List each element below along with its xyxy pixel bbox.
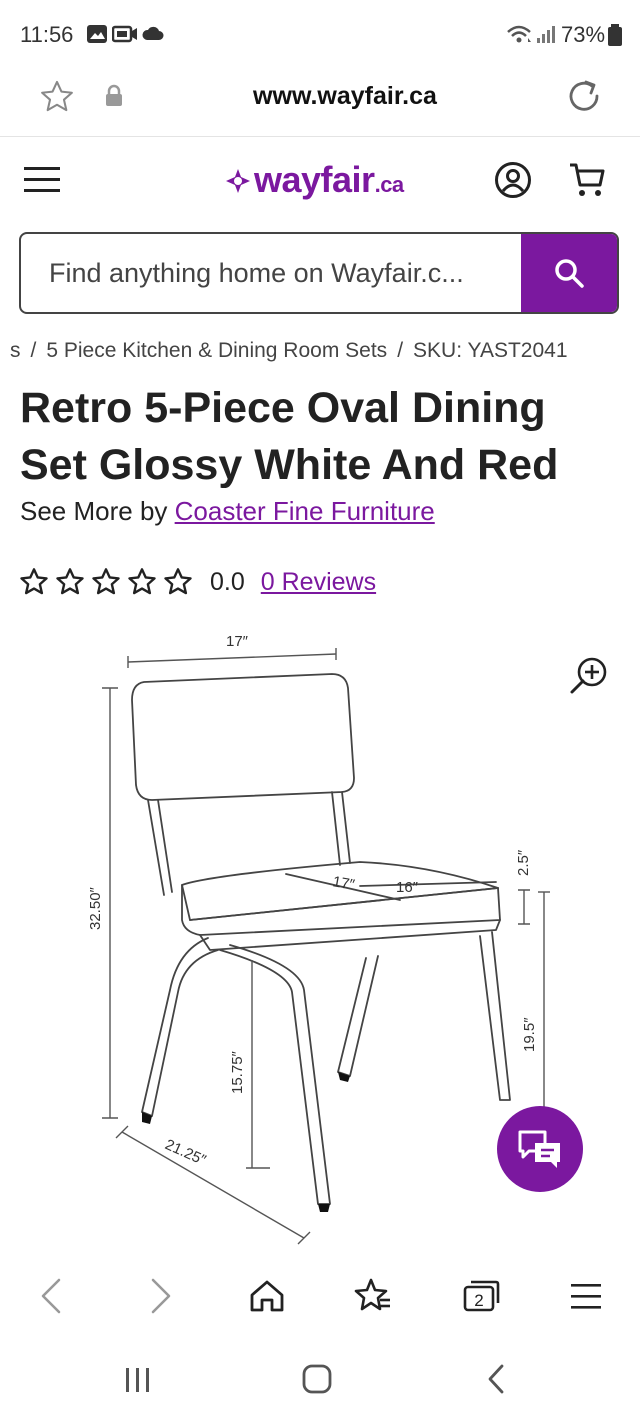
dim-base-depth: 21.25″ [162,1136,209,1169]
search-bar [19,232,619,314]
screen-record-icon [112,25,137,43]
recent-apps-icon[interactable] [120,1364,156,1394]
star-outline-icon [20,568,48,595]
search-icon [555,259,584,288]
gallery-notification-icon [87,25,107,43]
chair-seat-edge [189,887,499,921]
chair-backrest [131,673,355,801]
wayfair-logo-icon [226,169,250,193]
breadcrumb-sku: SKU: YAST2041 [413,339,568,362]
depth-dimension-line [121,1131,305,1239]
browser-toolbar: 2 [0,1262,640,1328]
browser-menu-button[interactable] [561,1274,611,1318]
chair-back-post [147,799,165,896]
home-nav-icon[interactable] [300,1362,334,1396]
dim-seat-width: 17″ [331,873,356,894]
dim-seat-thickness: 2.5″ [515,849,532,876]
logo-name: wayfair [254,159,375,200]
zoom-in-icon[interactable] [568,654,610,696]
star-outline-icon [128,568,156,595]
back-nav-icon[interactable] [484,1362,508,1396]
back-button[interactable] [26,1274,76,1318]
site-header: wayfair.ca [0,137,640,227]
breadcrumb-separator: / [397,339,404,362]
menu-icon[interactable] [24,165,60,195]
dim-leg-height: 15.75″ [229,1050,246,1094]
star-outline-icon [164,568,192,595]
system-navigation-bar [0,1340,640,1422]
rating-row: 0.0 0 Reviews [18,562,376,602]
chair-frame [199,919,501,951]
forward-icon [151,1278,171,1314]
chair-leg-back [337,955,379,1077]
search-button[interactable] [521,234,617,312]
forward-button[interactable] [136,1274,186,1318]
battery-icon [608,24,622,46]
url-bar: www.wayfair.ca [0,68,640,137]
battery-level: 73% [561,22,606,47]
bookmarks-icon [354,1278,390,1311]
star-outline-icon [92,568,120,595]
breadcrumb-prev[interactable]: s [10,339,21,362]
dim-height: 32.50″ [87,886,104,930]
star-outline-icon [56,568,84,595]
url-text[interactable]: www.wayfair.ca [0,82,640,111]
chat-icon [518,1130,560,1168]
star-rating [18,566,194,598]
reviews-link[interactable]: 0 Reviews [261,568,376,597]
wifi-icon [507,25,531,43]
signal-icon [537,26,555,43]
reload-icon[interactable] [564,76,604,116]
see-more-by: See More by Coaster Fine Furniture [20,496,435,527]
home-button[interactable] [242,1274,292,1318]
dim-seat-depth: 16″ [396,879,419,896]
tab-count: 2 [474,1291,483,1310]
width-dimension-line [127,653,337,663]
brand-link[interactable]: Coaster Fine Furniture [175,496,435,526]
breadcrumb-separator: / [30,339,37,362]
site-logo[interactable]: wayfair.ca [254,159,404,201]
dim-seat-height: 19.5″ [521,1017,538,1052]
bookmarks-button[interactable] [348,1274,398,1318]
search-input[interactable] [21,234,523,312]
seat-depth-line [359,881,497,887]
status-time: 11:56 [20,22,74,47]
account-icon[interactable] [494,161,532,199]
back-icon [41,1278,61,1314]
see-more-prefix: See More by [20,496,175,526]
cart-icon[interactable] [568,161,606,199]
status-bar: 11:56 73% [0,0,640,68]
chair-back-post [157,799,173,893]
product-title: Retro 5-Piece Oval Dining Set Glossy Whi… [20,384,559,489]
rating-value: 0.0 [210,567,245,596]
chair-back-post [331,791,341,866]
chat-button[interactable] [497,1106,583,1192]
breadcrumb-category[interactable]: 5 Piece Kitchen & Dining Room Sets [46,339,387,362]
tabs-icon: 2 [463,1280,500,1312]
dim-top-width: 17″ [226,633,249,650]
tabs-button[interactable]: 2 [456,1274,506,1318]
chair-leg-front-left [141,937,219,1117]
breadcrumb: s / 5 Piece Kitchen & Dining Room Sets / SKU… [10,339,568,363]
logo-tld: .ca [374,172,405,197]
home-icon [250,1280,284,1312]
browser-menu-icon [571,1284,601,1309]
chair-back-post [341,791,351,864]
cloud-icon [142,26,164,40]
chair-leg-right [479,931,511,1101]
